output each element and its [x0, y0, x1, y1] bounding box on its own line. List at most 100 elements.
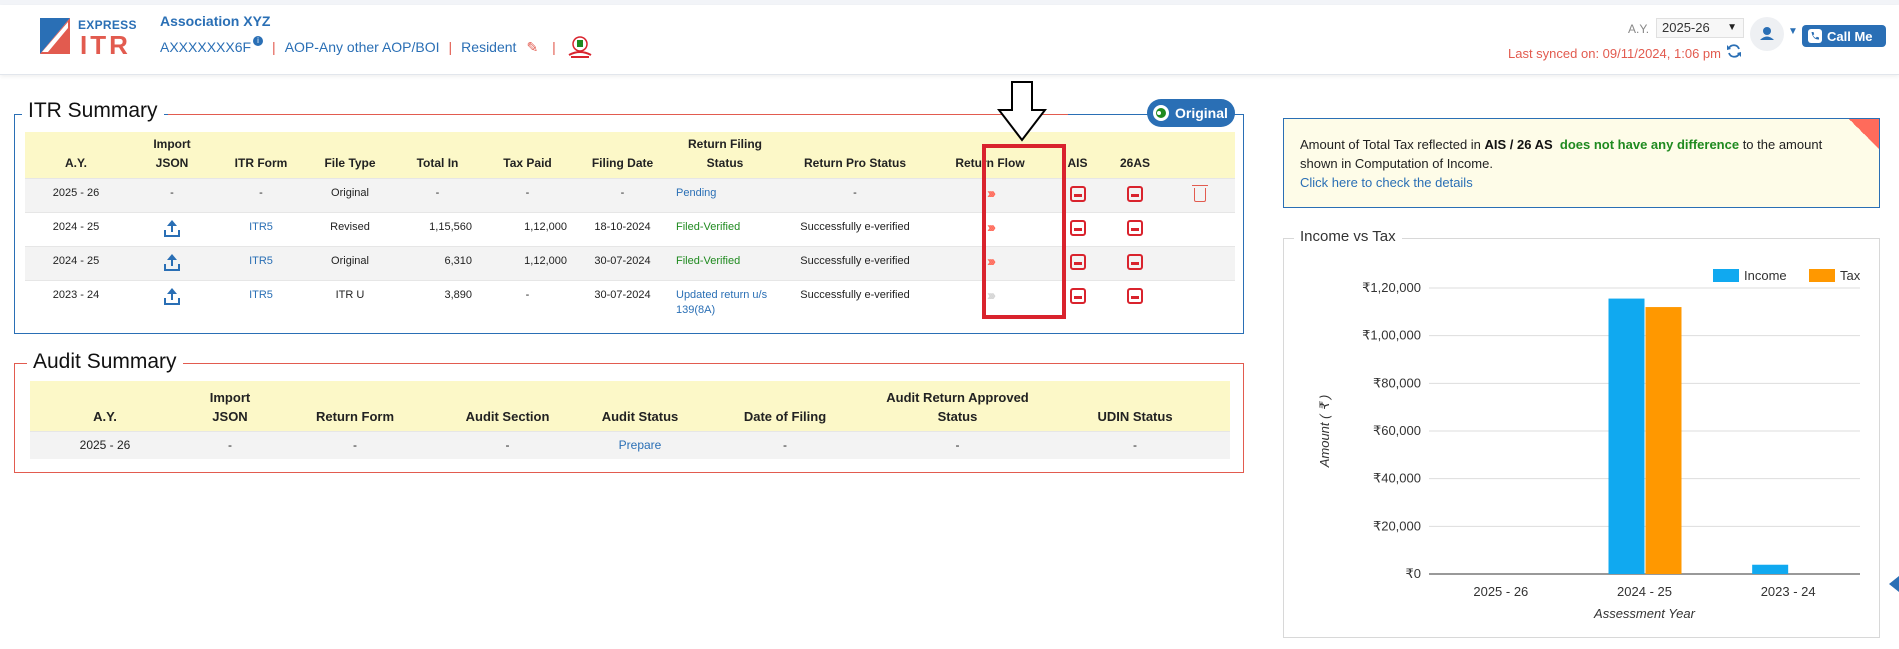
ais-pdf-icon[interactable]: [1069, 219, 1086, 236]
26as-pdf-icon[interactable]: [1127, 219, 1143, 236]
cell-tax-paid: 1,12,000: [480, 211, 575, 246]
y-tick-label: ₹1,20,000: [1362, 280, 1421, 295]
original-badge[interactable]: Original: [1147, 99, 1235, 127]
import-cell[interactable]: [127, 245, 217, 280]
upload-icon[interactable]: [163, 253, 181, 272]
y-tick-label: ₹0: [1405, 566, 1421, 581]
avatar-caret-icon[interactable]: ▼: [1788, 26, 1798, 37]
legend-swatch-tax: [1809, 269, 1835, 282]
info-icon[interactable]: i: [253, 36, 264, 46]
separator: |: [552, 39, 556, 55]
cell-form: -: [280, 430, 430, 459]
residency-status: Resident: [461, 39, 517, 55]
cell-file-type: ITR U: [305, 279, 395, 318]
cell-total-in: 3,890: [395, 279, 480, 318]
separator: |: [448, 39, 453, 55]
upload-icon[interactable]: [163, 219, 181, 238]
col-import-json: Import JSON: [180, 381, 280, 431]
logo-text-itr: ITR: [80, 30, 131, 60]
ais-pdf-icon[interactable]: [1069, 185, 1086, 202]
legend-swatch-income: [1713, 269, 1739, 282]
cell-import: -: [127, 177, 217, 212]
ay-select-value: 2025-26: [1662, 20, 1710, 35]
cell-filing-date: 18-10-2024: [575, 211, 670, 246]
call-me-button[interactable]: Call Me: [1802, 25, 1886, 47]
user-avatar[interactable]: [1750, 17, 1784, 51]
26as-pdf-icon[interactable]: [1127, 287, 1143, 304]
audit-table-header: A.Y. Import JSON Return Form Audit Sectio…: [30, 381, 1230, 431]
26as-cell[interactable]: [1105, 245, 1165, 280]
ais-pdf-icon[interactable]: [1069, 287, 1086, 304]
cell-form[interactable]: ITR5: [217, 279, 305, 318]
original-badge-label: Original: [1175, 105, 1228, 121]
empty-cell: [1165, 279, 1235, 318]
prepare-link[interactable]: Prepare: [585, 430, 695, 459]
audit-summary-table: A.Y. Import JSON Return Form Audit Sectio…: [30, 381, 1230, 459]
express-itr-logo[interactable]: EXPRESS ITR: [38, 14, 142, 60]
x-tick-label: 2024 - 25: [1617, 584, 1672, 599]
26as-pdf-icon[interactable]: [1127, 253, 1143, 270]
col-ay: A.Y.: [25, 132, 127, 178]
cell-approved: -: [875, 430, 1040, 459]
cell-form[interactable]: ITR5: [217, 245, 305, 280]
import-cell[interactable]: [127, 211, 217, 246]
down-arrow-icon: [997, 81, 1047, 142]
separator: |: [272, 39, 276, 55]
26as-cell[interactable]: [1105, 211, 1165, 246]
ay-label: A.Y.: [1628, 22, 1650, 36]
cell-filing-date: 30-07-2024: [575, 279, 670, 318]
legend-label-income: Income: [1744, 268, 1787, 283]
status-type: AOP-Any other AOP/BOI: [284, 39, 440, 55]
col-return-form: Return Form: [280, 381, 430, 431]
edit-pencil-icon[interactable]: ✎: [526, 39, 538, 56]
call-me-label: Call Me: [1827, 28, 1873, 44]
client-name: Association XYZ: [160, 13, 271, 29]
check-details-link[interactable]: Click here to check the details: [1300, 175, 1473, 190]
refresh-icon[interactable]: [1726, 43, 1742, 59]
cell-udin: -: [1040, 430, 1230, 459]
client-details: AXXXXXXX6F i | AOP-Any other AOP/BOI | R…: [160, 35, 593, 59]
y-tick-label: ₹1,00,000: [1362, 328, 1421, 343]
y-axis-label: Amount ( ₹ ): [1317, 395, 1332, 469]
col-udin-status: UDIN Status: [1040, 381, 1230, 431]
ais-pdf-icon[interactable]: [1069, 253, 1086, 270]
cell-filing-date: -: [575, 177, 670, 212]
26as-pdf-icon[interactable]: [1127, 185, 1143, 202]
import-cell[interactable]: [127, 279, 217, 318]
bar-income: [1608, 298, 1645, 574]
cell-total-in: -: [395, 177, 480, 212]
cell-file-type: Revised: [305, 211, 395, 246]
cell-ay: 2023 - 24: [25, 279, 127, 318]
toggle-icon: [1153, 105, 1169, 121]
side-panel-toggle-icon[interactable]: [1889, 574, 1899, 594]
cell-filing-status: Filed-Verified: [670, 211, 780, 246]
cell-file-type: Original: [305, 245, 395, 280]
cell-filing-status: Filed-Verified: [670, 245, 780, 280]
cell-total-in: 1,15,560: [395, 211, 480, 246]
bar-tax: [1645, 307, 1682, 574]
cell-pro-status: Successfully e-verified: [780, 279, 930, 318]
cell-filing-status[interactable]: Pending: [670, 177, 780, 212]
legend-label-tax: Tax: [1840, 268, 1861, 283]
col-import-json: Import JSON: [127, 132, 217, 178]
col-itr-form: ITR Form: [217, 132, 305, 178]
col-tax-paid: Tax Paid: [480, 132, 575, 178]
it-department-emblem-icon: [568, 36, 592, 58]
table-row: 2025 - 26 - - - Prepare - - -: [30, 430, 1230, 459]
col-ay: A.Y.: [30, 381, 180, 431]
ay-select[interactable]: 2025-26 ▼: [1656, 18, 1744, 38]
cell-filing-status[interactable]: Updated return u/s 139(8A): [670, 279, 780, 318]
cell-import: -: [180, 430, 280, 459]
upload-icon[interactable]: [163, 287, 181, 306]
x-tick-label: 2023 - 24: [1761, 584, 1816, 599]
trash-icon[interactable]: [1192, 184, 1208, 202]
logo-mark-icon: [40, 18, 70, 54]
delete-cell[interactable]: [1165, 177, 1235, 212]
last-synced-text: Last synced on: 09/11/2024, 1:06 pm: [1508, 46, 1721, 61]
cell-filing-date: 30-07-2024: [575, 245, 670, 280]
26as-cell[interactable]: [1105, 177, 1165, 212]
col-actions: [1165, 132, 1235, 178]
cell-form[interactable]: ITR5: [217, 211, 305, 246]
26as-cell[interactable]: [1105, 279, 1165, 318]
cell-tax-paid: 1,12,000: [480, 245, 575, 280]
